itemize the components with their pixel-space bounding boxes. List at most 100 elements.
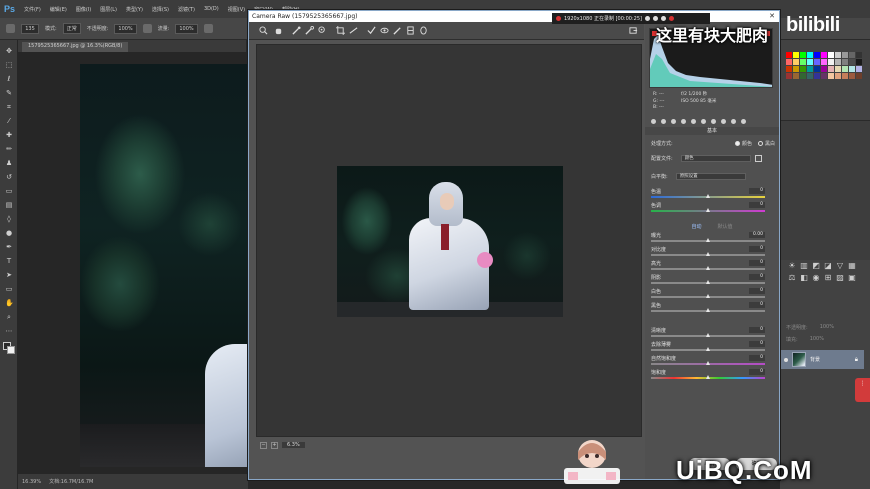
slider-value[interactable]: 0 — [749, 302, 765, 308]
auto-link[interactable]: 自动 — [691, 223, 701, 231]
color-swatch[interactable] — [814, 59, 820, 65]
default-link[interactable]: 默认值 — [718, 223, 733, 231]
color-swatch[interactable] — [807, 52, 813, 58]
color-swatch[interactable] — [786, 52, 792, 58]
color-swatch[interactable] — [835, 66, 841, 72]
color-swatch[interactable] — [814, 52, 820, 58]
tab-detail[interactable] — [671, 119, 676, 124]
treatment-color-radio[interactable] — [734, 140, 740, 146]
color-swatch[interactable] — [821, 66, 827, 72]
tab-hsl[interactable] — [681, 119, 686, 124]
menu-edit[interactable]: 编辑(E) — [50, 6, 67, 13]
color-swatch[interactable] — [800, 59, 806, 65]
color-swatch[interactable] — [786, 66, 792, 72]
brush-size-field[interactable]: 135 — [21, 23, 39, 34]
color-swatch[interactable] — [835, 59, 841, 65]
move-tool-icon[interactable]: ✥ — [5, 48, 13, 55]
side-red-tab[interactable]: ⋮ — [855, 378, 870, 402]
zoom-value[interactable]: 6.3% — [282, 442, 305, 448]
slider-value[interactable]: 0 — [749, 246, 765, 252]
hand-tool-icon[interactable]: ✋ — [5, 300, 14, 307]
exposure-adjust-icon[interactable]: ◪ — [824, 262, 832, 270]
slider-value[interactable]: 0 — [749, 202, 765, 208]
history-brush-icon[interactable]: ↺ — [5, 174, 13, 181]
color-swatch[interactable] — [849, 66, 855, 72]
color-swatch[interactable] — [807, 66, 813, 72]
color-swatch[interactable] — [856, 59, 862, 65]
slider-row[interactable]: 黑色 0 — [651, 302, 775, 314]
color-swatch[interactable] — [786, 73, 792, 79]
color-swatch[interactable] — [821, 59, 827, 65]
path-select-tool-icon[interactable]: ➤ — [5, 272, 13, 279]
layer-fill-value[interactable]: 100% — [810, 336, 824, 342]
camera-raw-preview[interactable] — [256, 44, 642, 437]
graduated-filter-icon[interactable] — [406, 26, 415, 35]
invert-adjust-icon[interactable]: ▨ — [836, 274, 844, 282]
color-balance-icon[interactable]: ⚖ — [788, 274, 796, 282]
slider-row[interactable]: 白色 0 — [651, 288, 775, 300]
levels-adjust-icon[interactable]: ▥ — [800, 262, 808, 270]
open-preferences-icon[interactable] — [629, 26, 638, 35]
slider-row[interactable]: 高光 0 — [651, 260, 775, 272]
brush-tool-icon[interactable]: ✏ — [5, 146, 13, 153]
slider-thumb[interactable] — [706, 375, 710, 379]
stop-icon[interactable] — [668, 16, 674, 21]
slider-row[interactable]: 清晰度 0 — [651, 327, 775, 339]
slider-value[interactable]: 0 — [749, 327, 765, 333]
color-swatch[interactable] — [828, 59, 834, 65]
color-swatch[interactable] — [814, 66, 820, 72]
menu-view[interactable]: 视图(V) — [228, 6, 245, 13]
color-swatch[interactable] — [842, 66, 848, 72]
bw-adjust-icon[interactable]: ◧ — [800, 274, 808, 282]
slider-thumb[interactable] — [706, 252, 710, 256]
color-swatch[interactable] — [842, 73, 848, 79]
healing-tool-icon[interactable]: ✚ — [5, 132, 13, 139]
adjustment-brush-icon[interactable] — [393, 26, 402, 35]
slider-value[interactable]: 0 — [749, 341, 765, 347]
tab-snapshots[interactable] — [741, 119, 746, 124]
crop-icon[interactable] — [336, 26, 345, 35]
spot-removal-icon[interactable] — [367, 26, 376, 35]
color-swatch[interactable] — [849, 73, 855, 79]
slider-thumb[interactable] — [706, 333, 710, 337]
layer-row-background[interactable]: 背景 🔒︎ — [780, 350, 864, 369]
zoom-out-button[interactable]: − — [260, 441, 267, 449]
channel-mixer-icon[interactable]: ⊞ — [824, 274, 832, 282]
pressure-opacity-icon[interactable] — [142, 24, 152, 33]
targeted-adjust-icon[interactable] — [318, 26, 327, 35]
zoom-tool-icon[interactable]: ⌕ — [5, 314, 13, 321]
brush-preset-icon[interactable] — [6, 24, 15, 33]
quick-select-tool-icon[interactable]: ✎ — [5, 90, 13, 97]
visibility-eye-icon[interactable] — [784, 357, 788, 362]
shape-tool-icon[interactable]: ▭ — [5, 286, 13, 293]
wb-select[interactable]: 原照设置 — [675, 172, 746, 180]
mode-select[interactable]: 正常 — [62, 23, 81, 34]
color-swatch[interactable] — [800, 73, 806, 79]
gradient-tool-icon[interactable]: ▤ — [5, 202, 13, 209]
slider-value[interactable]: 0.00 — [749, 232, 765, 238]
slider-value[interactable]: 0 — [749, 355, 765, 361]
slider-value[interactable]: 0 — [749, 274, 765, 280]
color-swatch[interactable] — [842, 59, 848, 65]
profile-browser-icon[interactable] — [754, 154, 762, 162]
color-swatch[interactable] — [828, 73, 834, 79]
document-tab[interactable]: 1579525365667.jpg @ 16.3%(RGB/8) — [22, 42, 129, 52]
color-swatch[interactable] — [842, 52, 848, 58]
type-tool-icon[interactable]: T — [5, 258, 13, 265]
crop-tool-icon[interactable]: ⌗ — [5, 104, 13, 111]
stamp-tool-icon[interactable]: ♟ — [5, 160, 13, 167]
color-swatch[interactable] — [786, 59, 792, 65]
tab-presets[interactable] — [731, 119, 736, 124]
color-swatch[interactable] — [793, 59, 799, 65]
menu-type[interactable]: 类型(Y) — [126, 6, 143, 13]
slider-row[interactable]: 曝光 0.00 — [651, 232, 775, 244]
menu-select[interactable]: 选择(S) — [152, 6, 169, 13]
color-swatch[interactable] — [821, 52, 827, 58]
photo-filter-icon[interactable]: ◉ — [812, 274, 820, 282]
curves-adjust-icon[interactable]: ◩ — [812, 262, 820, 270]
slider-value[interactable]: 0 — [749, 288, 765, 294]
pen-icon[interactable] — [660, 16, 666, 21]
color-swatch[interactable] — [835, 73, 841, 79]
color-swatch[interactable] — [835, 52, 841, 58]
profile-select[interactable]: 颜色 — [680, 154, 751, 162]
